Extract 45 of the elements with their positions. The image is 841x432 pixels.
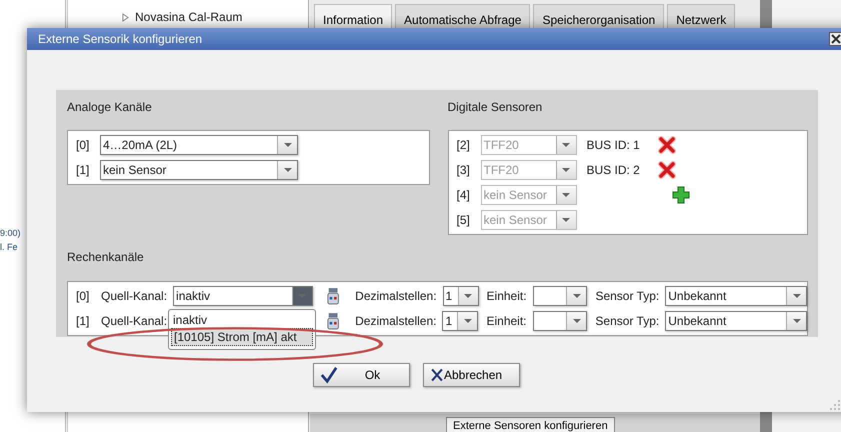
window-title: Externe Sensorik konfigurieren [38, 32, 202, 46]
source-label: Quell-Kanal: [101, 289, 168, 303]
channel-index: [1] [76, 314, 90, 328]
sensor-type-label: Sensor Typ: [595, 289, 660, 303]
section-title: Analoge Kanäle [67, 100, 153, 114]
cancel-button[interactable]: Abbrechen [423, 363, 520, 387]
source-dropdown[interactable]: inaktiv [173, 286, 313, 306]
checkmark-icon [320, 366, 338, 384]
sensor-type-label: Sensor Typ: [595, 314, 660, 328]
side-text: l. Fe [0, 241, 19, 254]
cross-icon [430, 366, 444, 384]
section-title: Rechenkanäle [67, 250, 145, 264]
side-text: 9:00) [0, 227, 22, 240]
decimals-label: Dezimalstellen: [355, 314, 436, 328]
sensor-index: [4] [456, 188, 471, 202]
sensor-index: [3] [456, 163, 471, 177]
sensor-index: [2] [456, 138, 471, 152]
calculator-icon[interactable] [326, 312, 340, 330]
unit-label: Einheit: [486, 289, 527, 303]
expand-icon[interactable] [122, 12, 129, 22]
unit-dropdown[interactable] [532, 286, 588, 306]
decimals-dropdown[interactable]: 1 [442, 311, 478, 331]
unit-label: Einheit: [486, 314, 527, 328]
calculator-icon[interactable] [326, 287, 340, 305]
decimals-dropdown[interactable]: 1 [442, 286, 479, 306]
ok-button[interactable]: Ok [313, 363, 410, 387]
tree-item[interactable]: Novasina Cal-Raum [135, 10, 242, 24]
channel-index: [0] [76, 289, 90, 303]
decimals-label: Dezimalstellen: [355, 289, 437, 303]
dropdown-option[interactable]: inaktiv [171, 312, 313, 328]
bus-id-label: BUS ID: 1 [586, 138, 641, 152]
resize-grip-icon[interactable] [830, 400, 840, 410]
section-title: Digitale Sensoren [448, 100, 544, 114]
unit-dropdown[interactable] [532, 311, 588, 331]
close-icon[interactable] [829, 32, 841, 46]
bus-id-label: BUS ID: 2 [586, 163, 641, 177]
channel-index: [1] [76, 163, 90, 177]
configure-button[interactable]: Externe Sensoren konfigurieren [446, 417, 615, 432]
sensor-dropdown[interactable]: kein Sensor [100, 160, 298, 180]
sensor-type-dropdown[interactable]: Unbekannt [665, 311, 808, 331]
source-label: Quell-Kanal: [101, 314, 168, 328]
sensor-index: [5] [456, 213, 471, 227]
sensor-type-dropdown[interactable]: Unbekannt [665, 286, 807, 306]
channel-index: [0] [76, 138, 90, 152]
sensor-dropdown[interactable]: 4…20mA (2L) [100, 135, 298, 155]
